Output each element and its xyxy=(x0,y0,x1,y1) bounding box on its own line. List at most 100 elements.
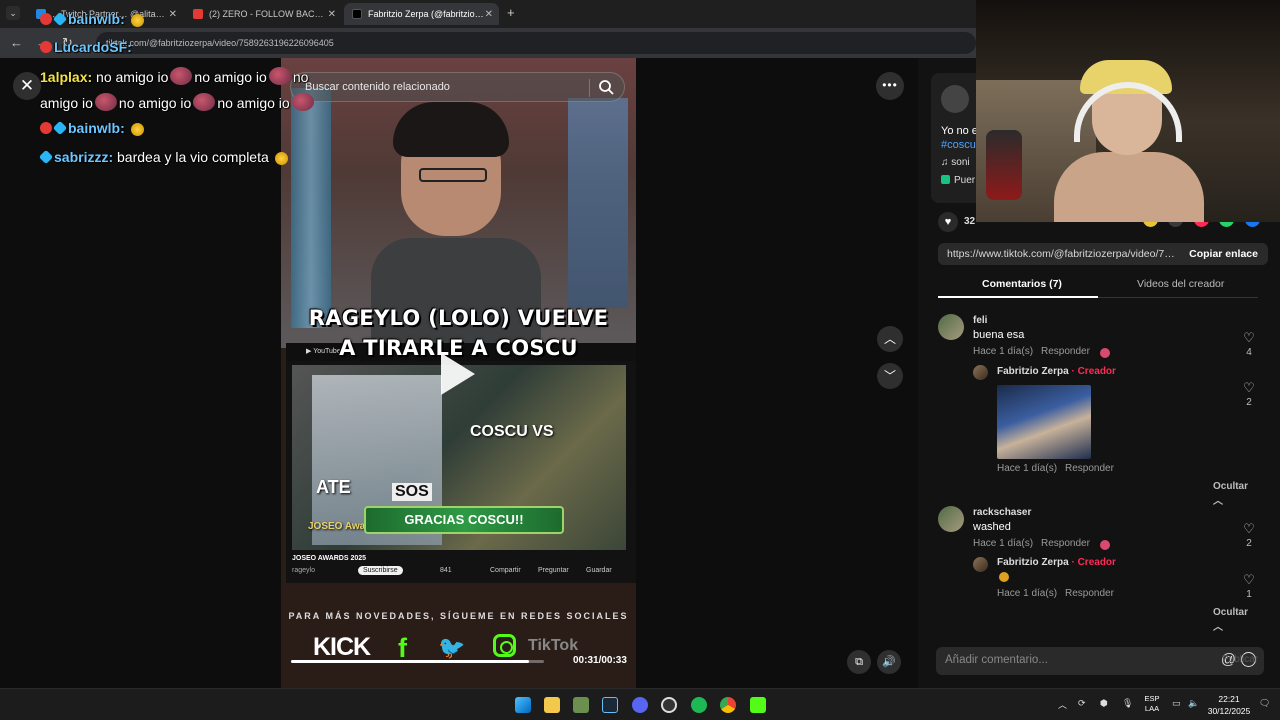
heart-outline-icon[interactable]: ♡ xyxy=(1239,381,1259,394)
creator-badge: · Creador xyxy=(1071,557,1116,568)
new-tab-button[interactable]: + xyxy=(507,6,515,20)
music-link[interactable]: ♫ soni xyxy=(941,157,970,168)
share-link-url[interactable]: https://www.tiktok.com/@fabritziozerpa/v… xyxy=(947,248,1175,260)
back-icon[interactable]: ← xyxy=(10,35,23,50)
comment-username[interactable]: Fabritzio Zerpa · Creador xyxy=(997,557,1116,568)
instagram-icon xyxy=(493,634,516,657)
youtube-meta: JOSEO AWARDS 2025 rageylo Suscribirse 84… xyxy=(292,555,612,575)
video-stage: ▶ YouTube ATE SOS COSCU VS JOSEO Awards … xyxy=(0,11,918,688)
reply-button[interactable]: Responder xyxy=(1065,463,1114,474)
video-progress-bar[interactable] xyxy=(291,660,544,663)
chevron-down-icon[interactable]: ﹀ xyxy=(877,363,903,389)
system-clock[interactable]: 22:21 30/12/2025 xyxy=(1204,693,1254,717)
chevron-up-icon[interactable]: ︿ xyxy=(877,326,903,352)
volume-icon[interactable]: 🔊 xyxy=(877,650,901,674)
comment-text: buena esa xyxy=(973,329,1025,341)
socials-label: PARA MÁS NOVEDADES, SÍGUEME EN REDES SOC… xyxy=(288,611,629,621)
comment-username[interactable]: Fabritzio Zerpa · Creador xyxy=(997,366,1116,377)
app-icon[interactable] xyxy=(573,697,589,713)
hide-replies-button[interactable]: Ocultar ︿ xyxy=(1213,607,1258,633)
discord-icon[interactable] xyxy=(632,697,648,713)
file-explorer-icon[interactable] xyxy=(544,697,560,713)
comment-username[interactable]: rackschaser xyxy=(973,507,1031,518)
heart-icon[interactable]: ♥ xyxy=(938,212,958,232)
obs-icon[interactable] xyxy=(661,697,677,713)
twitter-icon: 🐦 xyxy=(438,635,466,660)
tiktok-logo: TikTok xyxy=(528,637,579,654)
defender-icon[interactable]: ⬢ xyxy=(1100,698,1108,709)
comment-input[interactable]: Añadir comentario... @ xyxy=(936,647,1264,675)
video-time: 00:31/00:33 xyxy=(573,655,627,666)
gracias-banner: GRACIAS COSCU!! xyxy=(364,506,564,534)
reply-button[interactable]: Responder xyxy=(1041,346,1090,357)
comment-username[interactable]: feli xyxy=(973,315,987,326)
microphone-icon[interactable]: 🎙 xyxy=(1122,698,1133,709)
chrome-icon[interactable] xyxy=(720,697,736,713)
reply-gif-image[interactable] xyxy=(997,385,1091,459)
tab-close-icon[interactable]: ✕ xyxy=(328,9,336,20)
comment-time: Hace 1 día(s) xyxy=(973,346,1034,357)
comment-time: Hace 1 día(s) xyxy=(973,538,1034,549)
play-icon[interactable] xyxy=(441,353,475,395)
address-bar[interactable]: tiktok.com/@fabritziozerpa/video/7589263… xyxy=(96,32,976,54)
more-options-icon[interactable]: ••• xyxy=(876,72,904,100)
tab-youtube[interactable]: (2) ZERO - FOLLOW BACK - You… ✕ xyxy=(185,3,342,25)
hide-replies-button[interactable]: Ocultar ︿ xyxy=(1213,481,1258,507)
tray-overflow-icon[interactable]: ︿ xyxy=(1058,698,1067,711)
post-comment-button[interactable]: Publicar xyxy=(1222,654,1258,665)
reply-button[interactable]: Responder xyxy=(1041,538,1090,549)
tab-creator-videos[interactable]: Videos del creador xyxy=(1137,278,1224,290)
chat-line: bainwlb: xyxy=(40,120,146,136)
chat-line: bainwlb: xyxy=(40,11,146,27)
tab-search-button[interactable]: ⌄ xyxy=(6,6,20,20)
location-icon xyxy=(941,175,950,184)
video-description: Yo no e xyxy=(941,125,978,137)
heart-outline-icon[interactable]: ♡ xyxy=(1239,522,1259,535)
sync-icon[interactable]: ⟳ xyxy=(1078,698,1086,709)
kick-icon[interactable] xyxy=(750,697,766,713)
avatar[interactable] xyxy=(941,85,969,113)
avatar[interactable] xyxy=(938,506,964,532)
comment-list: feli buena esa Hace 1 día(s) Responder ♡… xyxy=(938,308,1258,638)
chat-line: sabrizzz: bardea y la vio completa xyxy=(38,149,290,165)
tab-close-icon[interactable]: ✕ xyxy=(169,9,177,20)
creator-badge: · Creador xyxy=(1071,366,1116,377)
avatar[interactable] xyxy=(973,365,988,380)
search-icon[interactable] xyxy=(598,79,614,95)
comment-time: Hace 1 día(s) xyxy=(997,463,1058,474)
tiktok-icon xyxy=(352,9,362,19)
stream-chat-overlay: bainwlb: LucardoSF: 1alplax: no amigo io… xyxy=(0,11,360,238)
network-icon[interactable]: ▭ xyxy=(1172,698,1181,709)
like-count: 32 xyxy=(964,216,976,227)
panel-tabs: Comentarios (7) Videos del creador xyxy=(938,272,1258,298)
comment-time: Hace 1 día(s) xyxy=(997,588,1058,599)
chat-line: LucardoSF: xyxy=(40,39,132,55)
language-indicator[interactable]: ESP LAA xyxy=(1142,694,1162,714)
steam-icon[interactable] xyxy=(602,697,618,713)
spotify-icon[interactable] xyxy=(691,697,707,713)
avatar[interactable] xyxy=(938,314,964,340)
tab-tiktok[interactable]: Fabritzio Zerpa (@fabritziozerpa) ✕ xyxy=(344,3,499,25)
youtube-icon xyxy=(193,9,203,19)
comment-like[interactable]: ♡ 4 xyxy=(1239,331,1259,358)
emoji-icon xyxy=(999,572,1009,582)
liked-by-creator-icon xyxy=(1100,540,1110,550)
location-link[interactable]: Puer xyxy=(941,175,975,186)
tab-comments[interactable]: Comentarios (7) xyxy=(982,278,1062,290)
comment-like[interactable]: ♡ 2 xyxy=(1239,381,1259,408)
heart-outline-icon[interactable]: ♡ xyxy=(1239,331,1259,344)
speaker-icon[interactable]: 🔈 xyxy=(1188,698,1199,709)
windows-start-icon[interactable] xyxy=(515,697,531,713)
copy-link-button[interactable]: Copiar enlace xyxy=(1189,248,1258,260)
kick-logo: KICK xyxy=(313,633,371,661)
comment-like[interactable]: ♡ 2 xyxy=(1239,522,1259,549)
avatar[interactable] xyxy=(973,557,988,572)
liked-by-creator-icon xyxy=(1100,348,1110,358)
reply-button[interactable]: Responder xyxy=(1065,588,1114,599)
notifications-icon[interactable]: 🗨 xyxy=(1259,698,1270,709)
hashtag-link[interactable]: #coscu xyxy=(941,139,976,151)
comment-like[interactable]: ♡ 1 xyxy=(1239,573,1259,600)
floating-player-icon[interactable]: ⧉ xyxy=(847,650,871,674)
tab-close-icon[interactable]: ✕ xyxy=(485,9,493,20)
heart-outline-icon[interactable]: ♡ xyxy=(1239,573,1259,586)
